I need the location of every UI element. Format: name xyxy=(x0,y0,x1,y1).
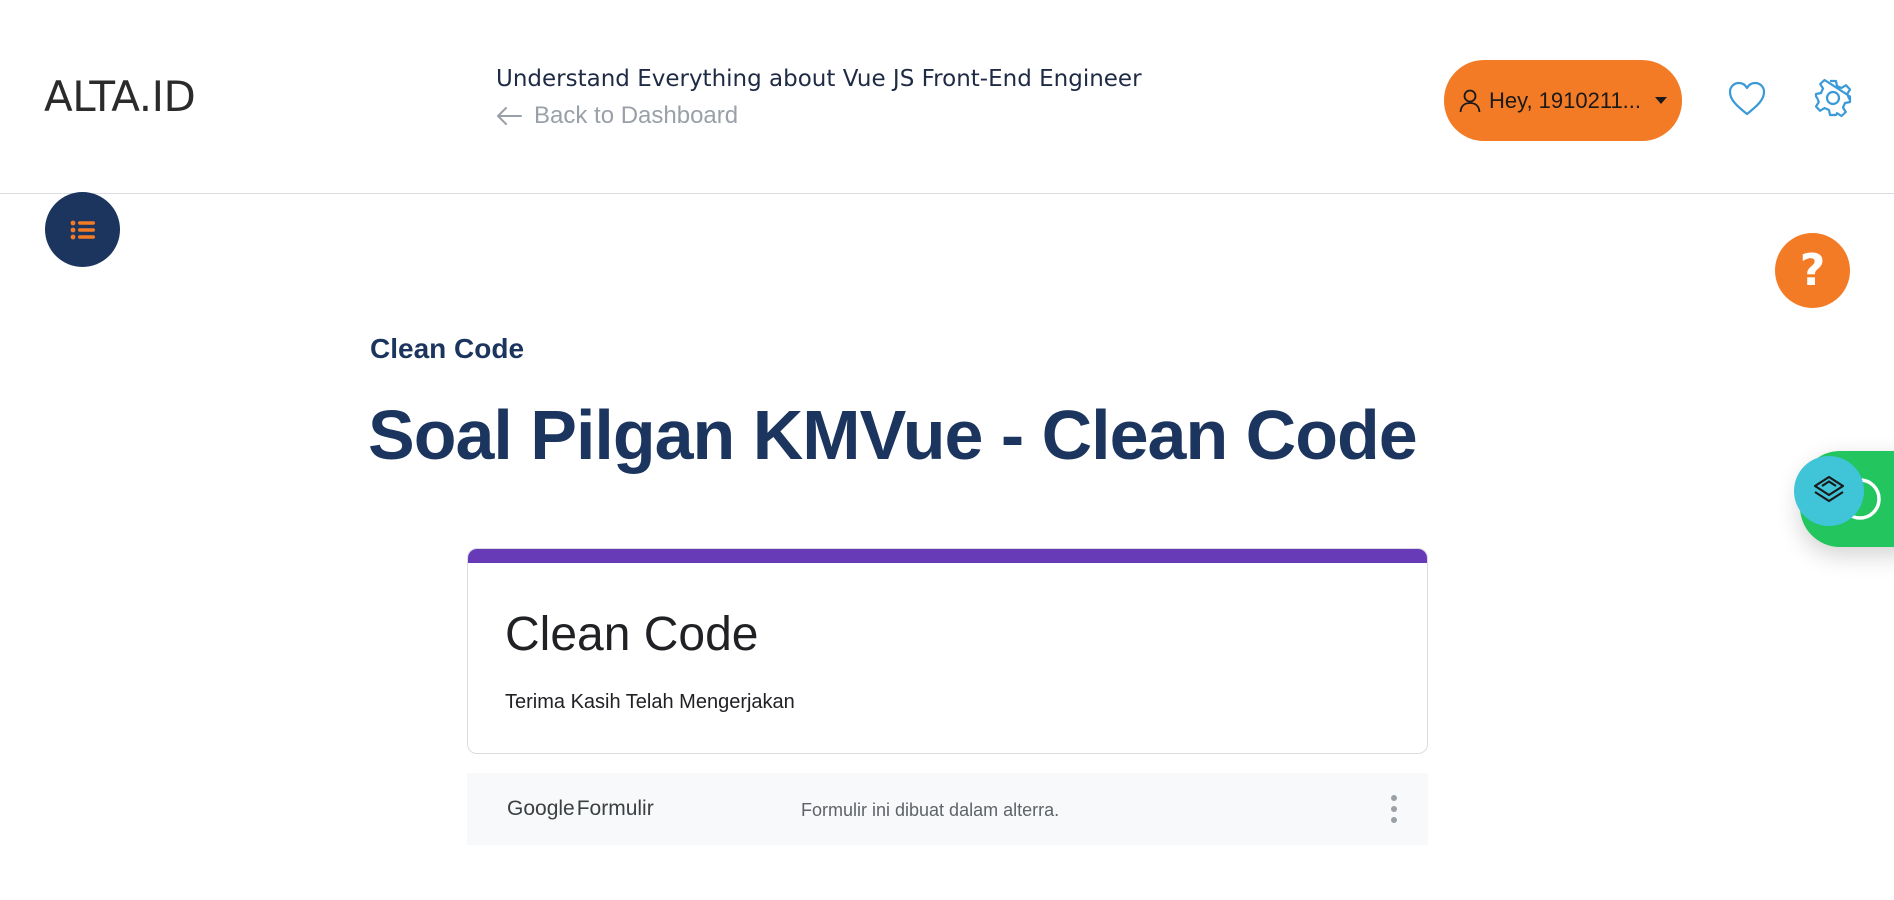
alta-logo[interactable]: ALTA.ID xyxy=(44,72,196,121)
user-greeting: Hey, 1910211... xyxy=(1488,87,1642,113)
form-confirmation-card: Clean Code Terima Kasih Telah Mengerjaka… xyxy=(467,548,1428,754)
back-to-dashboard-link[interactable]: Back to Dashboard xyxy=(496,102,738,130)
form-accent-bar xyxy=(468,549,1427,563)
page-heading: Soal Pilgan KMVue - Clean Code xyxy=(368,396,1418,474)
arrow-left-icon xyxy=(497,107,522,125)
user-menu-button[interactable]: Hey, 1910211... xyxy=(1444,60,1682,141)
formulir-wordmark: Formulir xyxy=(576,797,654,820)
gear-icon xyxy=(1814,78,1852,118)
chat-widget-icon xyxy=(1813,475,1845,503)
form-title: Clean Code xyxy=(505,608,759,661)
caret-down-icon xyxy=(1655,97,1668,104)
more-options-button[interactable] xyxy=(1389,795,1399,823)
course-outline-button[interactable] xyxy=(45,192,120,267)
kebab-dot xyxy=(1391,817,1397,823)
kebab-dot xyxy=(1391,795,1397,801)
course-title: Understand Everything about Vue JS Front… xyxy=(496,66,1142,92)
settings-button[interactable] xyxy=(1813,78,1853,118)
help-button[interactable]: ? xyxy=(1775,233,1850,308)
top-header: ALTA.ID Understand Everything about Vue … xyxy=(0,0,1894,194)
user-icon xyxy=(1459,89,1481,112)
form-footer-note: Formulir ini dibuat dalam alterra. xyxy=(801,800,1060,820)
chat-widget-button[interactable] xyxy=(1794,456,1864,526)
back-to-dashboard-label: Back to Dashboard xyxy=(534,102,739,129)
form-footer: Google Formulir Formulir ini dibuat dala… xyxy=(467,773,1428,845)
google-forms-logo[interactable]: Google Formulir xyxy=(507,797,654,821)
list-icon xyxy=(70,220,95,239)
heart-icon xyxy=(1728,81,1766,116)
google-wordmark: Google xyxy=(507,797,575,820)
form-confirmation-message: Terima Kasih Telah Mengerjakan xyxy=(505,691,795,713)
page: ALTA.ID Understand Everything about Vue … xyxy=(0,0,1894,900)
section-label: Clean Code xyxy=(370,333,525,364)
kebab-dot xyxy=(1391,806,1397,812)
favorite-button[interactable] xyxy=(1727,79,1767,119)
